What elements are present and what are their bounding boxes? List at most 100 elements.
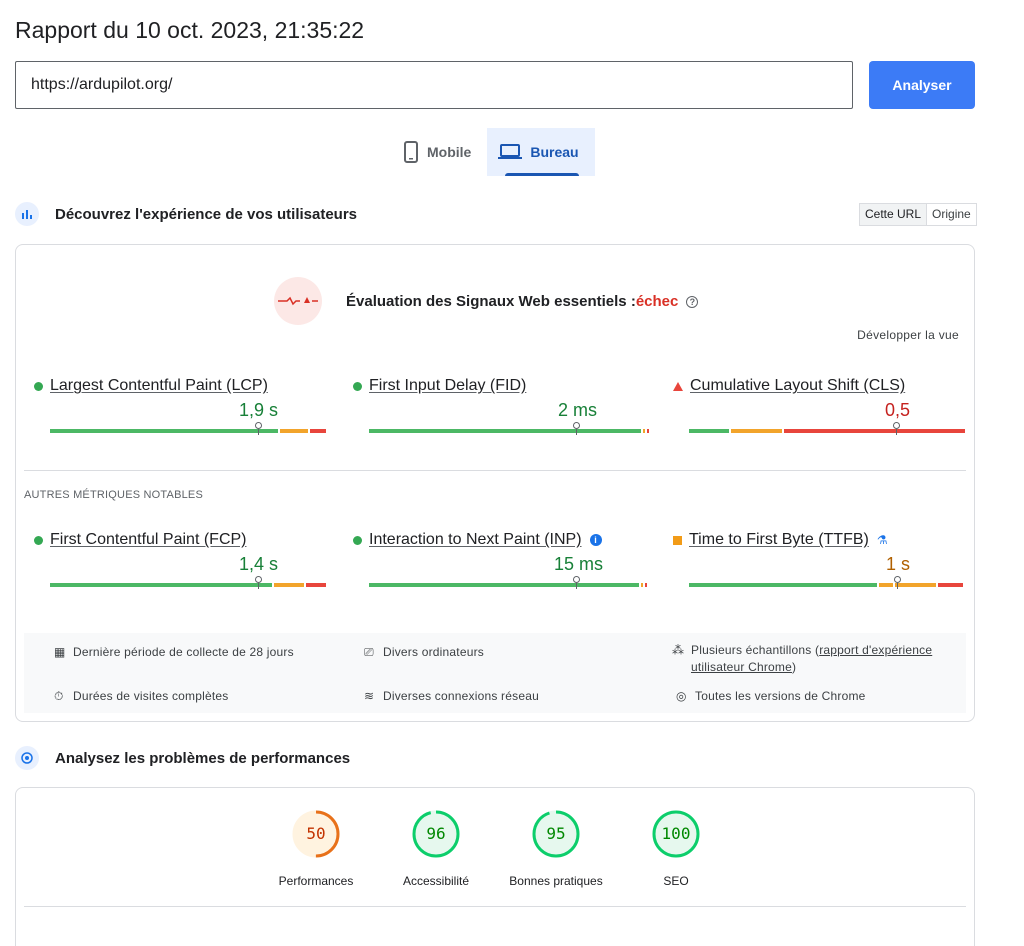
score-label: Performances <box>278 874 354 888</box>
score-value: 95 <box>546 824 566 843</box>
tab-desktop[interactable]: Bureau <box>487 128 595 176</box>
flask-icon[interactable]: ⚗ <box>877 533 888 547</box>
metric-fid: First Input Delay (FID) 2 ms <box>353 377 649 435</box>
lighthouse-icon <box>15 746 39 770</box>
score-value: 96 <box>426 824 446 843</box>
metric-cls-value: 0,5 <box>885 400 911 420</box>
needs-improvement-status-icon <box>673 535 682 545</box>
metric-fid-marker <box>573 422 580 435</box>
collection-info-panel: ▦ Dernière période de collecte de 28 jou… <box>24 633 966 713</box>
experience-section-title: Découvrez l'expérience de vos utilisateu… <box>55 205 358 223</box>
toggle-this-url[interactable]: Cette URL <box>860 204 928 225</box>
divider <box>24 906 966 907</box>
metric-lcp-value: 1,9 s <box>239 400 279 420</box>
metric-inp-value: 15 ms <box>554 554 604 574</box>
good-status-icon <box>34 535 43 545</box>
score-ring: 100 <box>652 810 700 858</box>
good-status-icon <box>34 381 43 391</box>
report-title: Rapport du 10 oct. 2023, 21:35:22 <box>15 17 365 43</box>
metric-cls-name[interactable]: Cumulative Layout Shift (CLS) <box>690 377 905 395</box>
phone-icon <box>404 141 418 163</box>
cwv-fail-badge-icon <box>274 277 322 325</box>
metric-ttfb: Time to First Byte (TTFB) ⚗ 1 s <box>673 531 967 589</box>
metric-fid-name[interactable]: First Input Delay (FID) <box>369 377 526 395</box>
info-samples-suffix: ) <box>791 660 797 674</box>
score-gauge[interactable]: 100 SEO <box>626 810 726 888</box>
help-icon[interactable]: ? <box>686 295 699 308</box>
good-status-icon <box>353 535 362 545</box>
good-status-icon <box>353 381 362 391</box>
metric-ttfb-marker <box>894 576 901 589</box>
calendar-icon: ▦ <box>54 645 66 659</box>
metric-inp-name[interactable]: Interaction to Next Paint (INP) <box>369 531 582 549</box>
score-ring: 95 <box>532 810 580 858</box>
device-tabs: Mobile Bureau <box>392 128 595 176</box>
devices-icon: ⎚ <box>364 645 374 659</box>
metric-cls-marker <box>893 422 900 435</box>
score-ring: 50 <box>292 810 340 858</box>
metric-inp: Interaction to Next Paint (INP) i 15 ms <box>353 531 647 589</box>
tab-mobile[interactable]: Mobile <box>392 128 487 176</box>
score-gauge[interactable]: 95 Bonnes pratiques <box>506 810 606 888</box>
metric-lcp: Largest Contentful Paint (LCP) 1,9 s <box>34 377 328 435</box>
metric-fcp-marker <box>255 576 262 589</box>
info-icon[interactable]: i <box>589 534 602 546</box>
tab-mobile-label: Mobile <box>427 144 472 160</box>
performance-section-title: Analysez les problèmes de performances <box>55 749 351 767</box>
lab-scores-card: 50 Performances 96 Accessibilité 95 Bonnes pr… <box>15 787 975 946</box>
metric-ttfb-distribution-bar <box>689 583 965 587</box>
score-label: Accessibilité <box>402 874 470 888</box>
metric-inp-marker <box>573 576 580 589</box>
timer-icon: ⏱ <box>54 689 64 703</box>
cwv-assessment-result: échec <box>635 293 679 310</box>
performance-section-header: Analysez les problèmes de performances <box>15 746 350 770</box>
score-value: 100 <box>661 824 691 843</box>
metric-fcp: First Contentful Paint (FCP) 1,4 s <box>34 531 328 589</box>
field-data-card: Évaluation des Signaux Web essentiels : … <box>15 244 975 722</box>
score-ring: 96 <box>412 810 460 858</box>
metric-ttfb-value: 1 s <box>886 554 911 574</box>
info-durations: ⏱ Durées de visites complètes <box>54 688 228 705</box>
url-input[interactable] <box>15 61 853 109</box>
metric-fid-value: 2 ms <box>558 400 598 420</box>
metric-fcp-distribution-bar <box>50 583 328 587</box>
other-metrics-label: AUTRES MÉTRIQUES NOTABLES <box>24 489 203 501</box>
metric-ttfb-name[interactable]: Time to First Byte (TTFB) <box>689 531 869 549</box>
chrome-icon: ◎ <box>676 689 687 703</box>
url-origin-toggle: Cette URL Origine <box>859 203 977 226</box>
info-versions: ◎ Toutes les versions de Chrome <box>676 688 866 705</box>
score-label: Bonnes pratiques <box>509 874 603 888</box>
analyze-button[interactable]: Analyser <box>869 61 975 109</box>
toggle-origin[interactable]: Origine <box>927 204 976 225</box>
metric-inp-distribution-bar <box>369 583 649 587</box>
score-gauge[interactable]: 50 Performances <box>266 810 366 888</box>
users-chart-icon <box>15 202 39 226</box>
info-samples: ⁂ Plusieurs échantillons (rapport d'expé… <box>672 642 962 676</box>
wifi-icon: ≋ <box>364 689 375 703</box>
experience-section-header: Découvrez l'expérience de vos utilisateu… <box>15 202 357 226</box>
score-gauge[interactable]: 96 Accessibilité <box>386 810 486 888</box>
cwv-assessment-label: Évaluation des Signaux Web essentiels : <box>346 293 636 310</box>
samples-icon: ⁂ <box>672 643 685 657</box>
info-network-text: Diverses connexions réseau <box>383 689 539 703</box>
score-value: 50 <box>306 824 326 843</box>
tab-desktop-label: Bureau <box>530 144 579 160</box>
info-samples-prefix: Plusieurs échantillons ( <box>691 643 820 657</box>
info-period: ▦ Dernière période de collecte de 28 jou… <box>54 644 294 661</box>
metric-fid-distribution-bar <box>369 429 651 433</box>
metric-fcp-name[interactable]: First Contentful Paint (FCP) <box>50 531 247 549</box>
info-period-text: Dernière période de collecte de 28 jours <box>73 645 294 659</box>
score-label: SEO <box>663 874 689 888</box>
cwv-assessment: Évaluation des Signaux Web essentiels : … <box>346 293 699 310</box>
info-versions-text: Toutes les versions de Chrome <box>695 689 866 703</box>
divider <box>24 470 966 471</box>
metric-lcp-distribution-bar <box>50 429 328 433</box>
info-devices-text: Divers ordinateurs <box>383 645 484 659</box>
metric-cls: Cumulative Layout Shift (CLS) 0,5 <box>673 377 967 435</box>
info-network: ≋ Diverses connexions réseau <box>364 688 539 705</box>
expand-view-link[interactable]: Développer la vue <box>857 328 959 342</box>
info-durations-text: Durées de visites complètes <box>73 689 229 703</box>
info-devices: ⎚ Divers ordinateurs <box>364 644 484 661</box>
metric-cls-distribution-bar <box>689 429 967 433</box>
metric-lcp-name[interactable]: Largest Contentful Paint (LCP) <box>50 377 268 395</box>
